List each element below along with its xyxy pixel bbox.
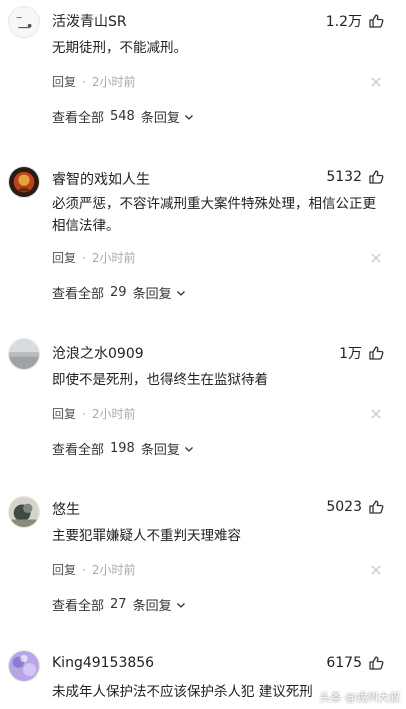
- like-button[interactable]: 1万: [339, 343, 384, 363]
- chevron-down-icon: [176, 600, 186, 610]
- reply-button[interactable]: 回复: [52, 405, 76, 422]
- comment-meta: 回复 · 2小时前: [52, 73, 135, 90]
- chevron-down-icon: [184, 112, 194, 122]
- view-all-replies-button[interactable]: 查看全部 548 条回复: [52, 107, 194, 126]
- like-count: 5023: [326, 499, 362, 515]
- view-all-prefix: 查看全部: [52, 599, 105, 614]
- view-all-replies-button[interactable]: 查看全部 27 条回复: [52, 595, 186, 614]
- comment-time: 2小时前: [91, 407, 136, 421]
- close-icon[interactable]: [370, 76, 382, 88]
- reply-count: 548: [110, 109, 135, 124]
- avatar[interactable]: [8, 650, 40, 682]
- separator-dot: ·: [82, 250, 86, 265]
- like-count: 1.2万: [325, 14, 362, 30]
- close-icon[interactable]: [370, 564, 382, 576]
- reply-button[interactable]: 回复: [52, 249, 76, 266]
- chevron-down-icon: [184, 444, 194, 454]
- like-count: 6175: [326, 655, 362, 671]
- like-button[interactable]: 1.2万: [326, 11, 384, 31]
- view-all-replies-button[interactable]: 查看全部 29 条回复: [52, 283, 186, 302]
- comment-time: 2小时前: [91, 251, 136, 265]
- comment-time: 2小时前: [91, 75, 136, 89]
- comment-time: 2小时前: [91, 563, 136, 577]
- reply-count: 27: [110, 597, 127, 612]
- comment-username[interactable]: 活泼青山SR: [52, 11, 127, 31]
- view-all-suffix: 条回复: [140, 443, 180, 458]
- svg-text:~: ~: [16, 12, 23, 22]
- reply-button[interactable]: 回复: [52, 73, 76, 90]
- watermark: 头条 @戎州大叔: [319, 691, 401, 704]
- close-icon[interactable]: [370, 408, 382, 420]
- comment-text: 必须严惩，不容许减刑重大案件特殊处理，相信公正更相信法律。: [52, 196, 376, 234]
- thumbs-up-icon[interactable]: [368, 499, 384, 515]
- thumbs-up-icon[interactable]: [368, 655, 384, 671]
- view-all-prefix: 查看全部: [52, 111, 105, 126]
- separator-dot: ·: [82, 406, 86, 421]
- comment-username[interactable]: 睿智的戏如人生: [52, 169, 150, 189]
- comment-username[interactable]: King49153856: [52, 655, 154, 671]
- view-all-prefix: 查看全部: [52, 443, 105, 458]
- comment-meta: 回复 · 2小时前: [52, 249, 135, 266]
- thumbs-up-icon[interactable]: [368, 169, 384, 185]
- reply-count: 29: [110, 285, 127, 300]
- view-all-prefix: 查看全部: [52, 287, 105, 302]
- view-all-suffix: 条回复: [132, 287, 172, 302]
- separator-dot: ·: [82, 562, 86, 577]
- avatar[interactable]: [8, 166, 40, 198]
- comment-meta: 回复 · 2小时前: [52, 561, 135, 578]
- like-count: 1万: [339, 346, 362, 362]
- comment-meta: 回复 · 2小时前: [52, 405, 135, 422]
- like-button[interactable]: 5132: [326, 169, 384, 185]
- comment-username[interactable]: 悠生: [52, 499, 80, 519]
- comment-text: 即使不是死刑，也得终生在监狱待着: [52, 372, 268, 388]
- avatar[interactable]: [8, 496, 40, 528]
- view-all-suffix: 条回复: [140, 111, 180, 126]
- thumbs-up-icon[interactable]: [368, 13, 384, 29]
- comment-text: 无期徒刑，不能减刑。: [52, 40, 187, 56]
- close-icon[interactable]: [370, 252, 382, 264]
- chevron-down-icon: [176, 288, 186, 298]
- view-all-replies-button[interactable]: 查看全部 198 条回复: [52, 439, 194, 458]
- like-button[interactable]: 5023: [326, 499, 384, 515]
- view-all-suffix: 条回复: [132, 599, 172, 614]
- thumbs-up-icon[interactable]: [368, 345, 384, 361]
- reply-count: 198: [110, 441, 135, 456]
- comments-page: ~ 活泼青山SR 1.2万 无期徒刑，不能减刑。 回复 · 2小时前 查看全部 …: [0, 0, 406, 709]
- avatar[interactable]: [8, 338, 40, 370]
- comment-text: 主要犯罪嫌疑人不重判天理难容: [52, 528, 241, 544]
- separator-dot: ·: [82, 74, 86, 89]
- comment-username[interactable]: 沧浪之水0909: [52, 343, 144, 363]
- avatar[interactable]: ~: [8, 6, 40, 38]
- like-button[interactable]: 6175: [326, 655, 384, 671]
- like-count: 5132: [326, 169, 362, 185]
- reply-button[interactable]: 回复: [52, 561, 76, 578]
